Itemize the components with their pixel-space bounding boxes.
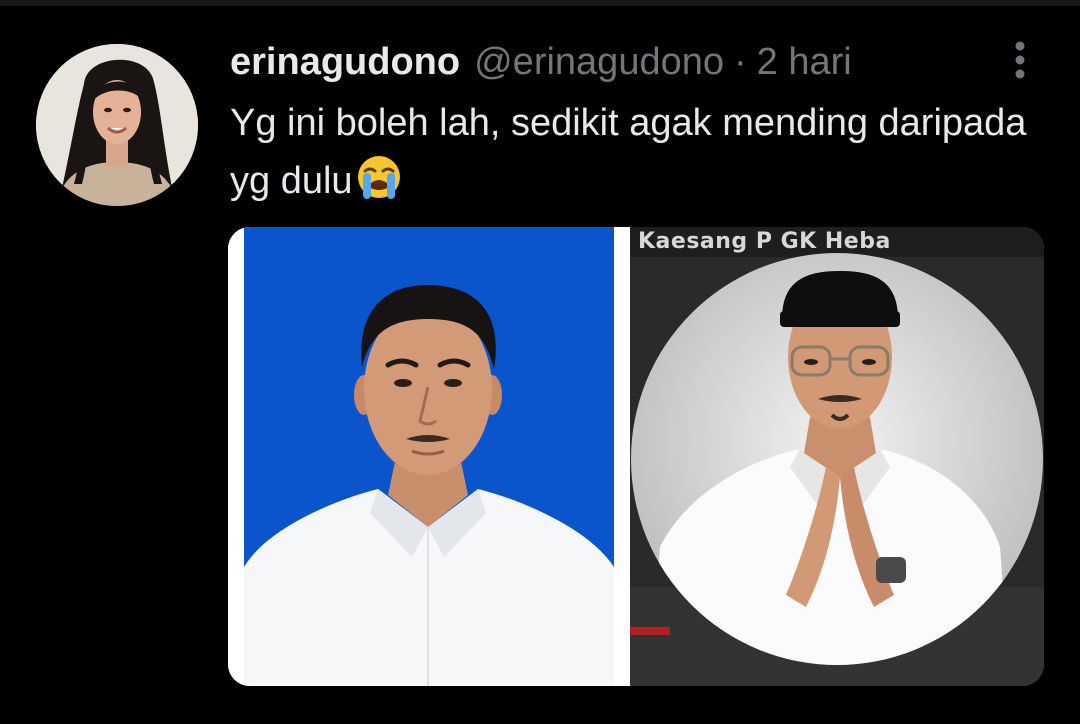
right-photo-image <box>630 227 1044 686</box>
portrait-photo-circle-frame[interactable]: Kaesang P GK Heba <box>630 227 1044 686</box>
display-name[interactable]: erinagudono <box>230 41 460 84</box>
loudly-crying-face-icon <box>355 153 403 201</box>
tweet-text: Yg ini boleh lah, sedikit agak mending d… <box>230 94 1030 210</box>
top-divider <box>0 0 1080 6</box>
tweet-page: erinagudono @erinagudono · 2 hari Yg ini… <box>0 0 1080 724</box>
tweet-body: Yg ini boleh lah, sedikit agak mending d… <box>230 102 1027 202</box>
portrait-photo-blue-background[interactable] <box>228 227 628 686</box>
tweet-header: erinagudono @erinagudono · 2 hari <box>230 38 852 86</box>
tweet-timestamp[interactable]: 2 hari <box>757 41 852 84</box>
left-photo-image <box>228 227 628 686</box>
avatar[interactable] <box>36 44 198 206</box>
separator-dot: · <box>734 40 747 83</box>
photo-caption: Kaesang P GK Heba <box>638 229 891 254</box>
avatar-photo <box>36 44 198 206</box>
vertical-ellipsis-icon <box>1015 41 1025 79</box>
user-handle[interactable]: @erinagudono <box>474 41 724 84</box>
more-options-button[interactable] <box>1000 36 1040 84</box>
tweet-media[interactable]: Kaesang P GK Heba <box>228 227 1044 686</box>
